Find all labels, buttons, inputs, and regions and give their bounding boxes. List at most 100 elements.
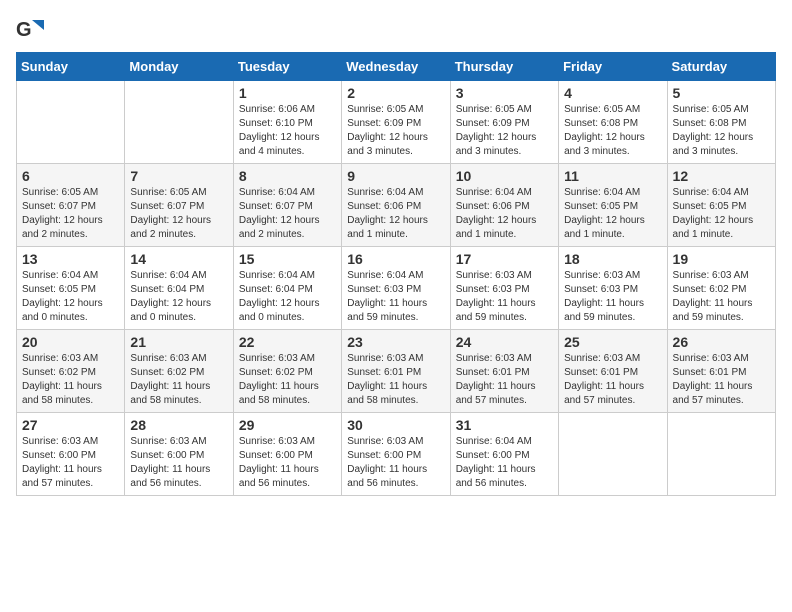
day-number: 5 xyxy=(673,85,770,101)
day-number: 6 xyxy=(22,168,119,184)
calendar-cell: 7 Sunrise: 6:05 AM Sunset: 6:07 PM Daylig… xyxy=(125,164,233,247)
day-info: Sunrise: 6:05 AM Sunset: 6:08 PM Dayligh… xyxy=(673,103,770,159)
calendar-cell: 3 Sunrise: 6:05 AM Sunset: 6:09 PM Daylig… xyxy=(450,81,558,164)
day-info: Sunrise: 6:05 AM Sunset: 6:07 PM Dayligh… xyxy=(22,186,119,242)
header-row: SundayMondayTuesdayWednesdayThursdayFrid… xyxy=(17,53,776,81)
day-number: 29 xyxy=(239,417,336,433)
header: G xyxy=(16,16,776,44)
day-info: Sunrise: 6:04 AM Sunset: 6:06 PM Dayligh… xyxy=(347,186,444,242)
day-number: 24 xyxy=(456,334,553,350)
calendar-cell: 12 Sunrise: 6:04 AM Sunset: 6:05 PM Dayli… xyxy=(667,164,775,247)
week-row-0: 1 Sunrise: 6:06 AM Sunset: 6:10 PM Daylig… xyxy=(17,81,776,164)
day-info: Sunrise: 6:04 AM Sunset: 6:05 PM Dayligh… xyxy=(22,269,119,325)
day-info: Sunrise: 6:03 AM Sunset: 6:02 PM Dayligh… xyxy=(22,352,119,408)
week-row-2: 13Sunrise: 6:04 AM Sunset: 6:05 PM Dayli… xyxy=(17,247,776,330)
logo-icon: G xyxy=(16,16,44,44)
calendar-cell xyxy=(125,81,233,164)
day-info: Sunrise: 6:03 AM Sunset: 6:00 PM Dayligh… xyxy=(22,435,119,491)
week-row-4: 27 Sunrise: 6:03 AM Sunset: 6:00 PM Dayli… xyxy=(17,413,776,496)
header-cell-wednesday: Wednesday xyxy=(342,53,450,81)
day-info: Sunrise: 6:03 AM Sunset: 6:03 PM Dayligh… xyxy=(456,269,553,325)
day-info: Sunrise: 6:05 AM Sunset: 6:07 PM Dayligh… xyxy=(130,186,227,242)
calendar-table: SundayMondayTuesdayWednesdayThursdayFrid… xyxy=(16,52,776,496)
day-number: 14 xyxy=(130,251,227,267)
calendar-cell xyxy=(667,413,775,496)
day-number: 21 xyxy=(130,334,227,350)
day-number: 25 xyxy=(564,334,661,350)
day-number: 16 xyxy=(347,251,444,267)
day-number: 8 xyxy=(239,168,336,184)
calendar-body: 1 Sunrise: 6:06 AM Sunset: 6:10 PM Daylig… xyxy=(17,81,776,496)
calendar-cell: 13Sunrise: 6:04 AM Sunset: 6:05 PM Dayli… xyxy=(17,247,125,330)
calendar-cell: 6 Sunrise: 6:05 AM Sunset: 6:07 PM Daylig… xyxy=(17,164,125,247)
day-number: 1 xyxy=(239,85,336,101)
day-number: 28 xyxy=(130,417,227,433)
day-info: Sunrise: 6:03 AM Sunset: 6:00 PM Dayligh… xyxy=(239,435,336,491)
calendar-cell: 21 Sunrise: 6:03 AM Sunset: 6:02 PM Dayli… xyxy=(125,330,233,413)
calendar-cell: 9Sunrise: 6:04 AM Sunset: 6:06 PM Daylig… xyxy=(342,164,450,247)
day-info: Sunrise: 6:05 AM Sunset: 6:09 PM Dayligh… xyxy=(456,103,553,159)
calendar-header: SundayMondayTuesdayWednesdayThursdayFrid… xyxy=(17,53,776,81)
day-number: 19 xyxy=(673,251,770,267)
day-info: Sunrise: 6:04 AM Sunset: 6:05 PM Dayligh… xyxy=(673,186,770,242)
calendar-cell: 8 Sunrise: 6:04 AM Sunset: 6:07 PM Daylig… xyxy=(233,164,341,247)
day-number: 7 xyxy=(130,168,227,184)
day-number: 26 xyxy=(673,334,770,350)
header-cell-monday: Monday xyxy=(125,53,233,81)
day-info: Sunrise: 6:03 AM Sunset: 6:02 PM Dayligh… xyxy=(673,269,770,325)
header-cell-sunday: Sunday xyxy=(17,53,125,81)
calendar-cell: 29 Sunrise: 6:03 AM Sunset: 6:00 PM Dayli… xyxy=(233,413,341,496)
day-info: Sunrise: 6:04 AM Sunset: 6:04 PM Dayligh… xyxy=(239,269,336,325)
day-info: Sunrise: 6:04 AM Sunset: 6:05 PM Dayligh… xyxy=(564,186,661,242)
day-number: 2 xyxy=(347,85,444,101)
calendar-cell: 31Sunrise: 6:04 AM Sunset: 6:00 PM Dayli… xyxy=(450,413,558,496)
day-info: Sunrise: 6:03 AM Sunset: 6:02 PM Dayligh… xyxy=(239,352,336,408)
calendar-cell: 17 Sunrise: 6:03 AM Sunset: 6:03 PM Dayli… xyxy=(450,247,558,330)
calendar-cell: 30Sunrise: 6:03 AM Sunset: 6:00 PM Dayli… xyxy=(342,413,450,496)
day-number: 4 xyxy=(564,85,661,101)
week-row-1: 6 Sunrise: 6:05 AM Sunset: 6:07 PM Daylig… xyxy=(17,164,776,247)
header-cell-saturday: Saturday xyxy=(667,53,775,81)
day-number: 18 xyxy=(564,251,661,267)
calendar-cell: 22 Sunrise: 6:03 AM Sunset: 6:02 PM Dayli… xyxy=(233,330,341,413)
calendar-cell: 27 Sunrise: 6:03 AM Sunset: 6:00 PM Dayli… xyxy=(17,413,125,496)
svg-text:G: G xyxy=(16,19,32,41)
calendar-cell: 4Sunrise: 6:05 AM Sunset: 6:08 PM Daylig… xyxy=(559,81,667,164)
day-number: 10 xyxy=(456,168,553,184)
day-info: Sunrise: 6:03 AM Sunset: 6:01 PM Dayligh… xyxy=(456,352,553,408)
calendar-cell: 14Sunrise: 6:04 AM Sunset: 6:04 PM Dayli… xyxy=(125,247,233,330)
calendar-cell: 11 Sunrise: 6:04 AM Sunset: 6:05 PM Dayli… xyxy=(559,164,667,247)
calendar-cell: 5 Sunrise: 6:05 AM Sunset: 6:08 PM Daylig… xyxy=(667,81,775,164)
day-number: 27 xyxy=(22,417,119,433)
day-number: 11 xyxy=(564,168,661,184)
header-cell-tuesday: Tuesday xyxy=(233,53,341,81)
calendar-cell: 24 Sunrise: 6:03 AM Sunset: 6:01 PM Dayli… xyxy=(450,330,558,413)
calendar-cell: 20Sunrise: 6:03 AM Sunset: 6:02 PM Dayli… xyxy=(17,330,125,413)
calendar-cell: 23Sunrise: 6:03 AM Sunset: 6:01 PM Dayli… xyxy=(342,330,450,413)
header-cell-thursday: Thursday xyxy=(450,53,558,81)
calendar-cell xyxy=(559,413,667,496)
day-info: Sunrise: 6:03 AM Sunset: 6:01 PM Dayligh… xyxy=(673,352,770,408)
calendar-cell: 2Sunrise: 6:05 AM Sunset: 6:09 PM Daylig… xyxy=(342,81,450,164)
calendar-cell: 28 Sunrise: 6:03 AM Sunset: 6:00 PM Dayli… xyxy=(125,413,233,496)
day-info: Sunrise: 6:03 AM Sunset: 6:02 PM Dayligh… xyxy=(130,352,227,408)
calendar-cell: 1 Sunrise: 6:06 AM Sunset: 6:10 PM Daylig… xyxy=(233,81,341,164)
day-number: 3 xyxy=(456,85,553,101)
calendar-cell: 25 Sunrise: 6:03 AM Sunset: 6:01 PM Dayli… xyxy=(559,330,667,413)
calendar-cell: 26 Sunrise: 6:03 AM Sunset: 6:01 PM Dayli… xyxy=(667,330,775,413)
calendar-cell: 10Sunrise: 6:04 AM Sunset: 6:06 PM Dayli… xyxy=(450,164,558,247)
day-number: 22 xyxy=(239,334,336,350)
day-info: Sunrise: 6:03 AM Sunset: 6:03 PM Dayligh… xyxy=(564,269,661,325)
day-number: 15 xyxy=(239,251,336,267)
day-info: Sunrise: 6:03 AM Sunset: 6:00 PM Dayligh… xyxy=(347,435,444,491)
day-info: Sunrise: 6:06 AM Sunset: 6:10 PM Dayligh… xyxy=(239,103,336,159)
calendar-cell xyxy=(17,81,125,164)
day-number: 17 xyxy=(456,251,553,267)
day-number: 31 xyxy=(456,417,553,433)
week-row-3: 20Sunrise: 6:03 AM Sunset: 6:02 PM Dayli… xyxy=(17,330,776,413)
day-info: Sunrise: 6:03 AM Sunset: 6:01 PM Dayligh… xyxy=(564,352,661,408)
day-number: 12 xyxy=(673,168,770,184)
day-info: Sunrise: 6:03 AM Sunset: 6:00 PM Dayligh… xyxy=(130,435,227,491)
day-info: Sunrise: 6:04 AM Sunset: 6:07 PM Dayligh… xyxy=(239,186,336,242)
day-info: Sunrise: 6:04 AM Sunset: 6:03 PM Dayligh… xyxy=(347,269,444,325)
